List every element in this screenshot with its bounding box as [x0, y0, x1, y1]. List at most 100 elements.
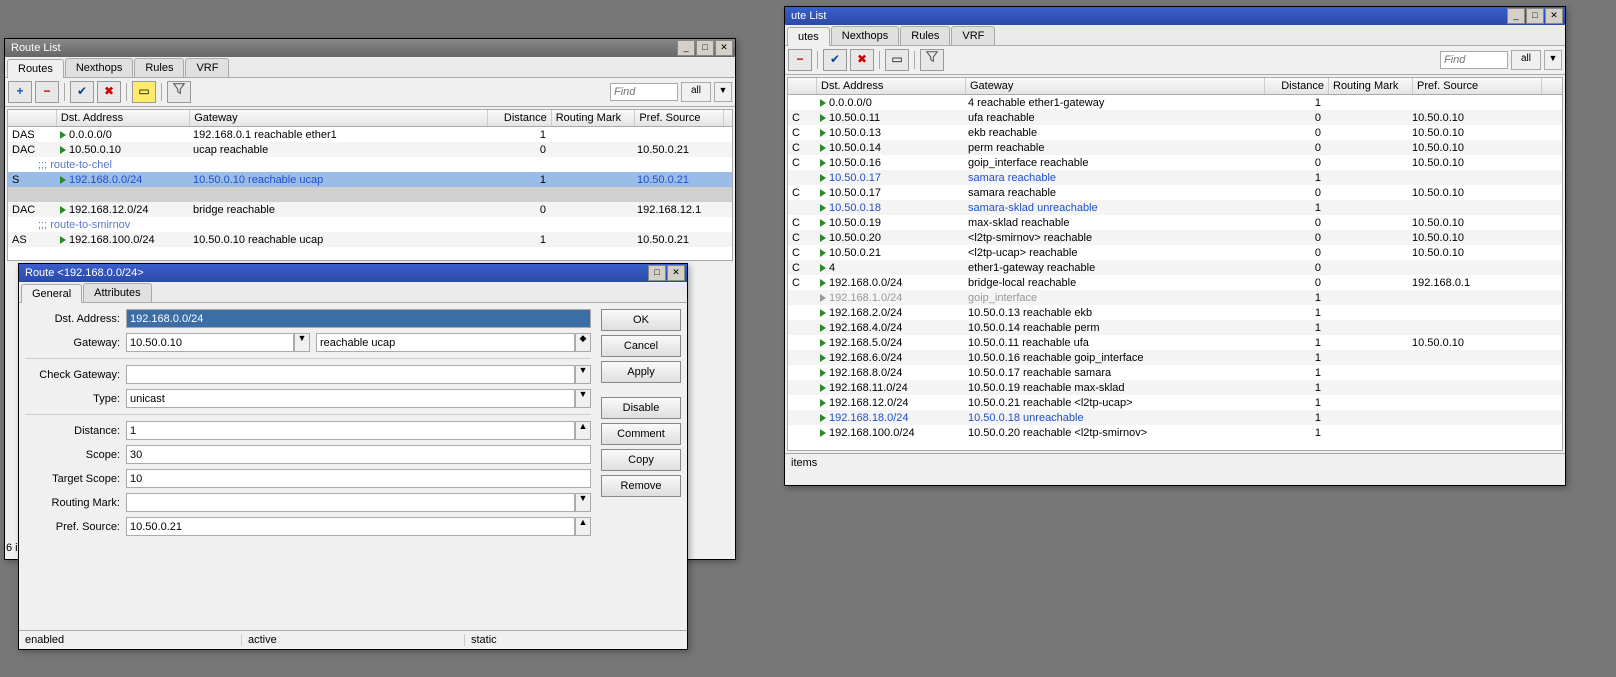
table-row[interactable]: 192.168.5.0/2410.50.0.11 reachable ufa11…: [788, 335, 1562, 350]
maximize-icon[interactable]: □: [648, 265, 666, 281]
table-row[interactable]: 192.168.12.0/2410.50.0.21 reachable <l2t…: [788, 395, 1562, 410]
table-row[interactable]: 192.168.4.0/2410.50.0.14 reachable perm1: [788, 320, 1562, 335]
table-row[interactable]: 192.168.8.0/2410.50.0.17 reachable samar…: [788, 365, 1562, 380]
table-row[interactable]: C10.50.0.14perm reachable010.50.0.10: [788, 140, 1562, 155]
find-input[interactable]: [1440, 51, 1508, 69]
scope-input[interactable]: [126, 445, 591, 464]
ok-button[interactable]: OK: [601, 309, 681, 331]
tab-utes[interactable]: utes: [787, 27, 830, 46]
add-button[interactable]: +: [8, 81, 32, 103]
target-scope-input[interactable]: [126, 469, 591, 488]
routing-mark-input[interactable]: [126, 493, 575, 512]
table-row[interactable]: 192.168.2.0/2410.50.0.13 reachable ekb1: [788, 305, 1562, 320]
check-gateway-dropdown[interactable]: ▼: [575, 365, 591, 384]
apply-button[interactable]: Apply: [601, 361, 681, 383]
tab-routes[interactable]: Routes: [7, 59, 64, 78]
table-row[interactable]: [8, 187, 732, 202]
col-routing-mark[interactable]: Routing Mark: [552, 110, 636, 126]
titlebar[interactable]: Route List _ □ ✕: [5, 39, 735, 57]
filter-button[interactable]: [920, 49, 944, 71]
col-dst[interactable]: Dst. Address: [817, 78, 966, 94]
table-row[interactable]: DAC10.50.0.10ucap reachable010.50.0.21: [8, 142, 732, 157]
copy-button[interactable]: Copy: [601, 449, 681, 471]
pref-source-input[interactable]: [126, 517, 575, 536]
maximize-icon[interactable]: □: [1526, 8, 1544, 24]
table-row[interactable]: 192.168.100.0/2410.50.0.20 reachable <l2…: [788, 425, 1562, 440]
remove-button[interactable]: Remove: [601, 475, 681, 497]
find-input[interactable]: [610, 83, 678, 101]
table-row[interactable]: 10.50.0.17samara reachable1: [788, 170, 1562, 185]
tab-nexthops[interactable]: Nexthops: [831, 26, 899, 45]
table-row[interactable]: C192.168.0.0/24bridge-local reachable019…: [788, 275, 1562, 290]
table-row[interactable]: C10.50.0.16goip_interface reachable010.5…: [788, 155, 1562, 170]
tab-attributes[interactable]: Attributes: [83, 283, 151, 302]
tab-vrf[interactable]: VRF: [951, 26, 995, 45]
remove-button[interactable]: −: [788, 49, 812, 71]
disable-button[interactable]: ✖: [850, 49, 874, 71]
route-table[interactable]: Dst. Address Gateway Distance Routing Ma…: [787, 77, 1563, 451]
col-pref-source[interactable]: Pref. Source: [635, 110, 724, 126]
table-row[interactable]: DAC192.168.12.0/24bridge reachable0192.1…: [8, 202, 732, 217]
table-row[interactable]: 192.168.1.0/24goip_interface1: [788, 290, 1562, 305]
col-distance[interactable]: Distance: [488, 110, 552, 126]
comment-button[interactable]: Comment: [601, 423, 681, 445]
tab-rules[interactable]: Rules: [134, 58, 184, 77]
gateway-dropdown[interactable]: ▼: [294, 333, 310, 352]
cancel-button[interactable]: Cancel: [601, 335, 681, 357]
table-row[interactable]: 10.50.0.18samara-sklad unreachable1: [788, 200, 1562, 215]
table-row[interactable]: 192.168.11.0/2410.50.0.19 reachable max-…: [788, 380, 1562, 395]
table-row[interactable]: ;;; route-to-chel: [8, 157, 732, 172]
table-header[interactable]: Dst. Address Gateway Distance Routing Ma…: [788, 78, 1562, 95]
table-row[interactable]: ;;; route-to-smirnov: [8, 217, 732, 232]
route-table[interactable]: Dst. Address Gateway Distance Routing Ma…: [7, 109, 733, 261]
filter-dropdown[interactable]: ▼: [714, 82, 732, 102]
table-row[interactable]: AS192.168.100.0/2410.50.0.10 reachable u…: [8, 232, 732, 247]
comment-button[interactable]: ▭: [132, 81, 156, 103]
table-row[interactable]: C10.50.0.21<l2tp-ucap> reachable010.50.0…: [788, 245, 1562, 260]
table-row[interactable]: C10.50.0.13ekb reachable010.50.0.10: [788, 125, 1562, 140]
col-gateway[interactable]: Gateway: [190, 110, 488, 126]
table-row[interactable]: C4ether1-gateway reachable0: [788, 260, 1562, 275]
filter-dropdown[interactable]: ▼: [1544, 50, 1562, 70]
enable-button[interactable]: ✔: [823, 49, 847, 71]
table-row[interactable]: S192.168.0.0/2410.50.0.10 reachable ucap…: [8, 172, 732, 187]
table-row[interactable]: C10.50.0.11ufa reachable010.50.0.10: [788, 110, 1562, 125]
minimize-icon[interactable]: _: [677, 40, 695, 56]
table-row[interactable]: 0.0.0.0/04 reachable ether1-gateway1: [788, 95, 1562, 110]
type-input[interactable]: [126, 389, 575, 408]
gateway-input[interactable]: [126, 333, 294, 352]
table-row[interactable]: C10.50.0.17samara reachable010.50.0.10: [788, 185, 1562, 200]
col-routing-mark[interactable]: Routing Mark: [1329, 78, 1413, 94]
type-dropdown[interactable]: ▼: [575, 389, 591, 408]
tab-rules[interactable]: Rules: [900, 26, 950, 45]
titlebar[interactable]: Route <192.168.0.0/24> □ ✕: [19, 264, 687, 282]
col-flags[interactable]: [788, 78, 817, 94]
check-gateway-input[interactable]: [126, 365, 575, 384]
close-icon[interactable]: ✕: [715, 40, 733, 56]
dst-address-input[interactable]: [126, 309, 591, 328]
table-row[interactable]: 192.168.6.0/2410.50.0.16 reachable goip_…: [788, 350, 1562, 365]
col-flags[interactable]: [8, 110, 57, 126]
all-dropdown[interactable]: all: [1511, 50, 1541, 70]
routing-mark-dropdown[interactable]: ▼: [575, 493, 591, 512]
maximize-icon[interactable]: □: [696, 40, 714, 56]
col-gateway[interactable]: Gateway: [966, 78, 1265, 94]
table-row[interactable]: C10.50.0.20<l2tp-smirnov> reachable010.5…: [788, 230, 1562, 245]
table-row[interactable]: C10.50.0.19max-sklad reachable010.50.0.1…: [788, 215, 1562, 230]
distance-up[interactable]: ▲: [575, 421, 591, 440]
comment-button[interactable]: ▭: [885, 49, 909, 71]
table-header[interactable]: Dst. Address Gateway Distance Routing Ma…: [8, 110, 732, 127]
titlebar[interactable]: ute List _ □ ✕: [785, 7, 1565, 25]
close-icon[interactable]: ✕: [1545, 8, 1563, 24]
tab-vrf[interactable]: VRF: [185, 58, 229, 77]
pref-source-dropdown[interactable]: ▲: [575, 517, 591, 536]
filter-button[interactable]: [167, 81, 191, 103]
all-dropdown[interactable]: all: [681, 82, 711, 102]
table-row[interactable]: 192.168.18.0/2410.50.0.18 unreachable1: [788, 410, 1562, 425]
disable-button[interactable]: Disable: [601, 397, 681, 419]
col-pref-source[interactable]: Pref. Source: [1413, 78, 1542, 94]
remove-button[interactable]: −: [35, 81, 59, 103]
disable-button[interactable]: ✖: [97, 81, 121, 103]
close-icon[interactable]: ✕: [667, 265, 685, 281]
distance-input[interactable]: [126, 421, 575, 440]
